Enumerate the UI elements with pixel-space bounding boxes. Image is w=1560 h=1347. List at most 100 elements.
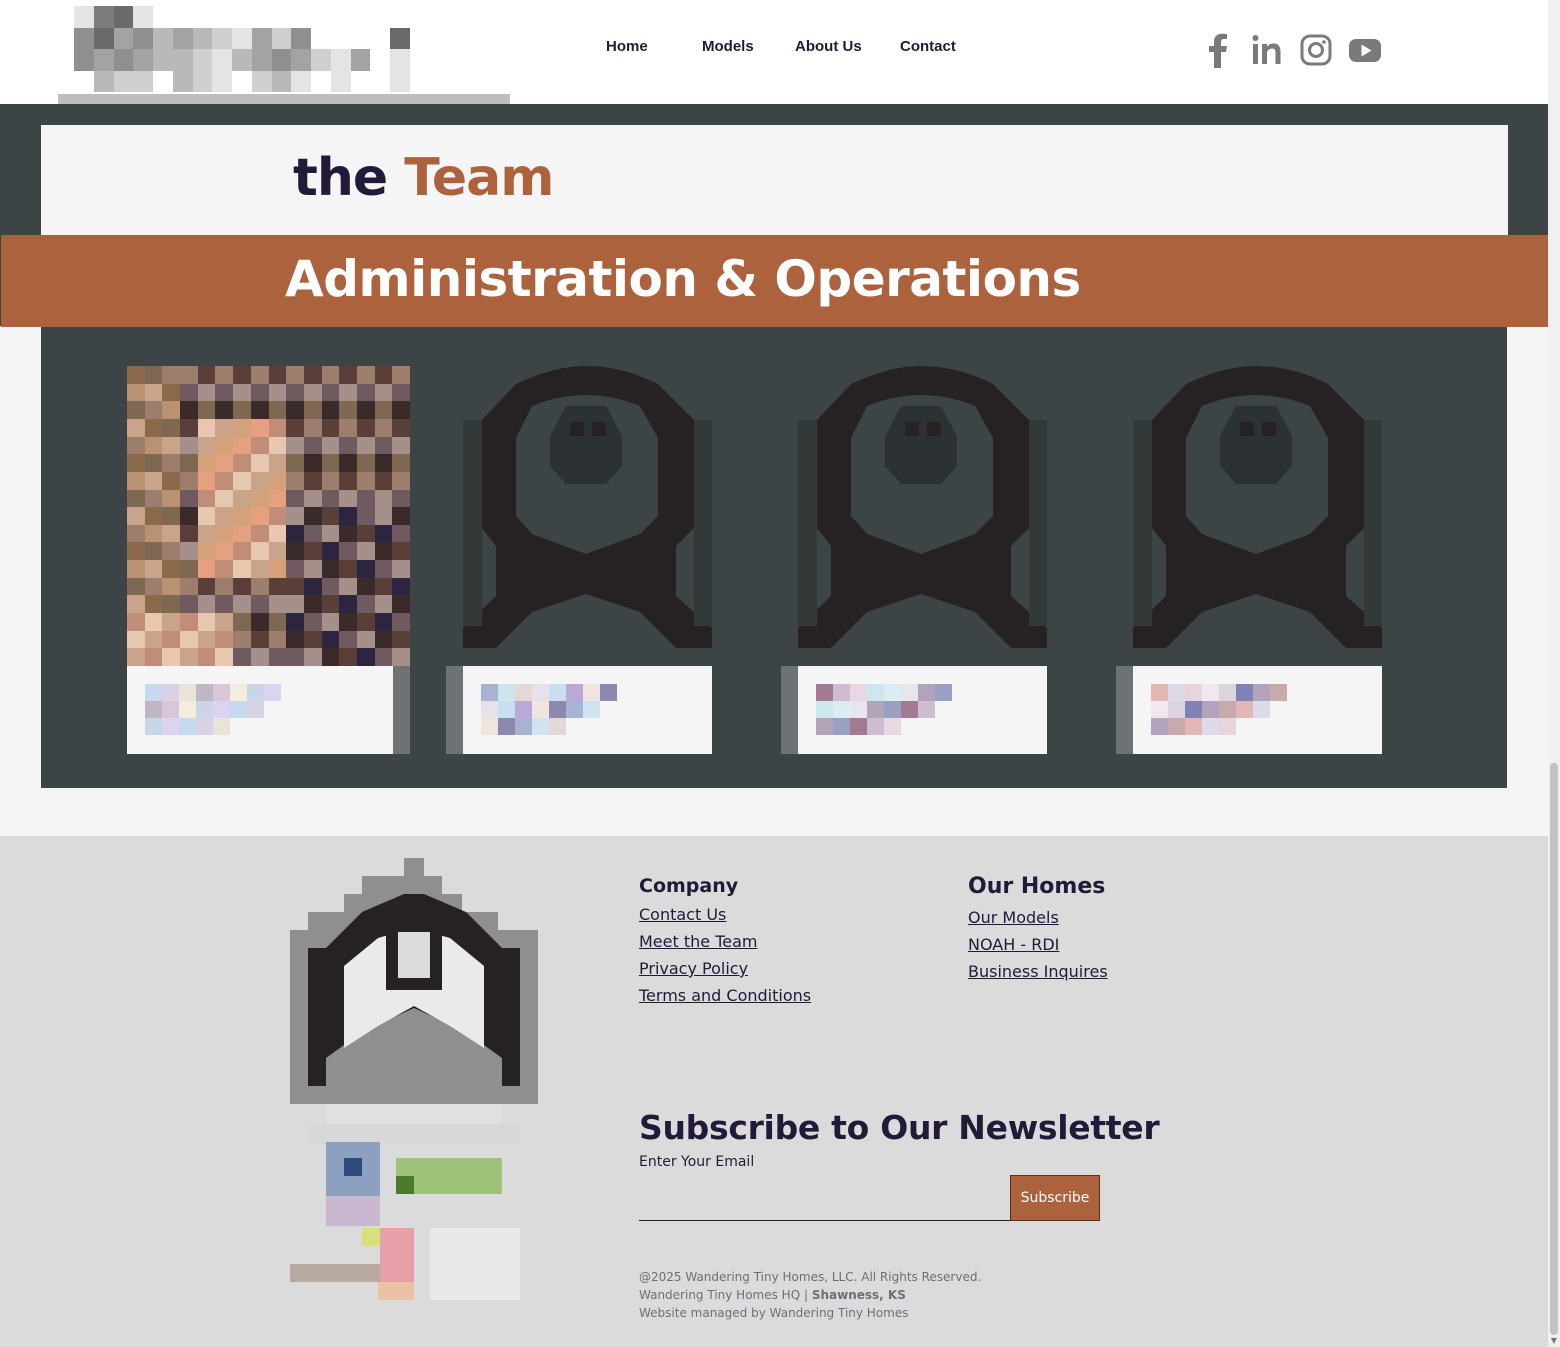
card-edge bbox=[781, 666, 798, 754]
photo-pixel bbox=[392, 595, 410, 614]
photo-pixel bbox=[215, 366, 234, 384]
photo-pixel bbox=[197, 489, 216, 508]
footer-link-meet-the-team[interactable]: Meet the Team bbox=[639, 932, 757, 951]
name-pixel bbox=[213, 718, 230, 735]
logo-pixel bbox=[251, 6, 272, 28]
nav-models[interactable]: Models bbox=[702, 38, 754, 55]
scroll-down-arrow-icon[interactable]: ▼ bbox=[1550, 1337, 1558, 1345]
photo-pixel bbox=[392, 436, 410, 455]
nav-home[interactable]: Home bbox=[606, 38, 648, 55]
name-pixel bbox=[1202, 718, 1219, 735]
photo-pixel bbox=[303, 613, 322, 631]
photo-pixel bbox=[286, 542, 304, 561]
photo-pixel bbox=[180, 577, 198, 596]
photo-pixel bbox=[162, 507, 181, 525]
logo-pixel bbox=[133, 49, 154, 71]
name-pixel bbox=[515, 718, 532, 735]
scrollbar-thumb[interactable] bbox=[1550, 763, 1558, 1335]
nav-contact[interactable]: Contact bbox=[900, 38, 956, 55]
team-card[interactable] bbox=[781, 366, 1064, 754]
name-pixel bbox=[162, 701, 179, 718]
footer-link-our-models[interactable]: Our Models bbox=[968, 908, 1059, 927]
photo-pixel bbox=[268, 630, 287, 649]
photo-pixel bbox=[144, 436, 163, 455]
photo-pixel bbox=[356, 401, 375, 419]
photo-pixel bbox=[127, 542, 145, 561]
email-field[interactable] bbox=[639, 1178, 1011, 1221]
team-card[interactable] bbox=[1116, 366, 1399, 754]
photo-pixel bbox=[374, 401, 393, 419]
photo-pixel bbox=[268, 577, 287, 596]
photo-pixel bbox=[303, 648, 322, 666]
photo-pixel bbox=[250, 401, 269, 419]
footer-link-noah-rdi[interactable]: NOAH - RDI bbox=[968, 935, 1059, 954]
name-pixel bbox=[1168, 684, 1185, 701]
logo-pixel bbox=[350, 49, 371, 71]
photo-pixel bbox=[197, 454, 216, 472]
photo-pixel bbox=[180, 613, 198, 631]
photo-pixel bbox=[197, 524, 216, 543]
photo-pixel bbox=[286, 648, 304, 666]
instagram-icon[interactable] bbox=[1300, 32, 1332, 68]
logo-pixel bbox=[291, 49, 312, 71]
photo-pixel bbox=[215, 595, 234, 614]
photo-pixel bbox=[321, 613, 340, 631]
photo-pixel bbox=[233, 524, 251, 543]
photo-pixel bbox=[268, 595, 287, 614]
logo-pixel bbox=[390, 6, 410, 28]
logo-pixel bbox=[133, 6, 154, 28]
logo-pixel bbox=[133, 27, 154, 49]
photo-pixel bbox=[392, 454, 410, 472]
site-logo[interactable] bbox=[58, 6, 510, 110]
footer-logo[interactable] bbox=[290, 858, 538, 1308]
name-pixel bbox=[850, 684, 867, 701]
logo-pixel bbox=[172, 49, 193, 71]
name-pixel bbox=[566, 684, 583, 701]
footer-link-contact-us[interactable]: Contact Us bbox=[639, 905, 726, 924]
photo-pixel bbox=[250, 366, 269, 384]
photo-pixel bbox=[339, 401, 357, 419]
logo-pixel bbox=[251, 70, 272, 92]
linkedin-icon[interactable] bbox=[1251, 32, 1283, 68]
nav-about-us[interactable]: About Us bbox=[795, 38, 862, 55]
facebook-icon[interactable] bbox=[1206, 32, 1230, 68]
photo-pixel bbox=[303, 471, 322, 490]
photo-pixel bbox=[303, 595, 322, 614]
photo-pixel bbox=[339, 560, 357, 578]
name-pixel bbox=[884, 701, 901, 718]
photo-pixel bbox=[127, 577, 145, 596]
name-pixel bbox=[196, 718, 213, 735]
page-scrollbar[interactable]: ▼ bbox=[1548, 0, 1560, 1347]
photo-pixel bbox=[286, 418, 304, 437]
photo-pixel bbox=[374, 560, 393, 578]
card-edge bbox=[712, 666, 729, 754]
photo-pixel bbox=[356, 436, 375, 455]
team-card[interactable] bbox=[127, 366, 410, 754]
logo-pixel bbox=[271, 27, 292, 49]
footer-link-business-inquires[interactable]: Business Inquires bbox=[968, 962, 1108, 981]
photo-pixel bbox=[286, 560, 304, 578]
photo-pixel bbox=[392, 401, 410, 419]
photo-pixel bbox=[144, 366, 163, 384]
photo-pixel bbox=[303, 366, 322, 384]
footer-link-privacy-policy[interactable]: Privacy Policy bbox=[639, 959, 748, 978]
team-member-name bbox=[481, 684, 631, 736]
photo-pixel bbox=[215, 436, 234, 455]
photo-pixel bbox=[374, 383, 393, 402]
photo-pixel bbox=[233, 560, 251, 578]
name-pixel bbox=[1185, 684, 1202, 701]
card-edge bbox=[1047, 666, 1064, 754]
photo-pixel bbox=[268, 542, 287, 561]
photo-pixel bbox=[197, 366, 216, 384]
youtube-icon[interactable] bbox=[1348, 32, 1382, 68]
photo-pixel bbox=[162, 648, 181, 666]
team-card[interactable] bbox=[446, 366, 729, 754]
footer-link-terms[interactable]: Terms and Conditions bbox=[639, 986, 811, 1005]
logo-pixel bbox=[370, 27, 391, 49]
photo-pixel bbox=[233, 383, 251, 402]
logo-pixel bbox=[74, 27, 94, 49]
photo-pixel bbox=[392, 648, 410, 666]
photo-pixel bbox=[162, 577, 181, 596]
subscribe-button[interactable]: Subscribe bbox=[1010, 1175, 1100, 1221]
name-pixel bbox=[498, 684, 515, 701]
